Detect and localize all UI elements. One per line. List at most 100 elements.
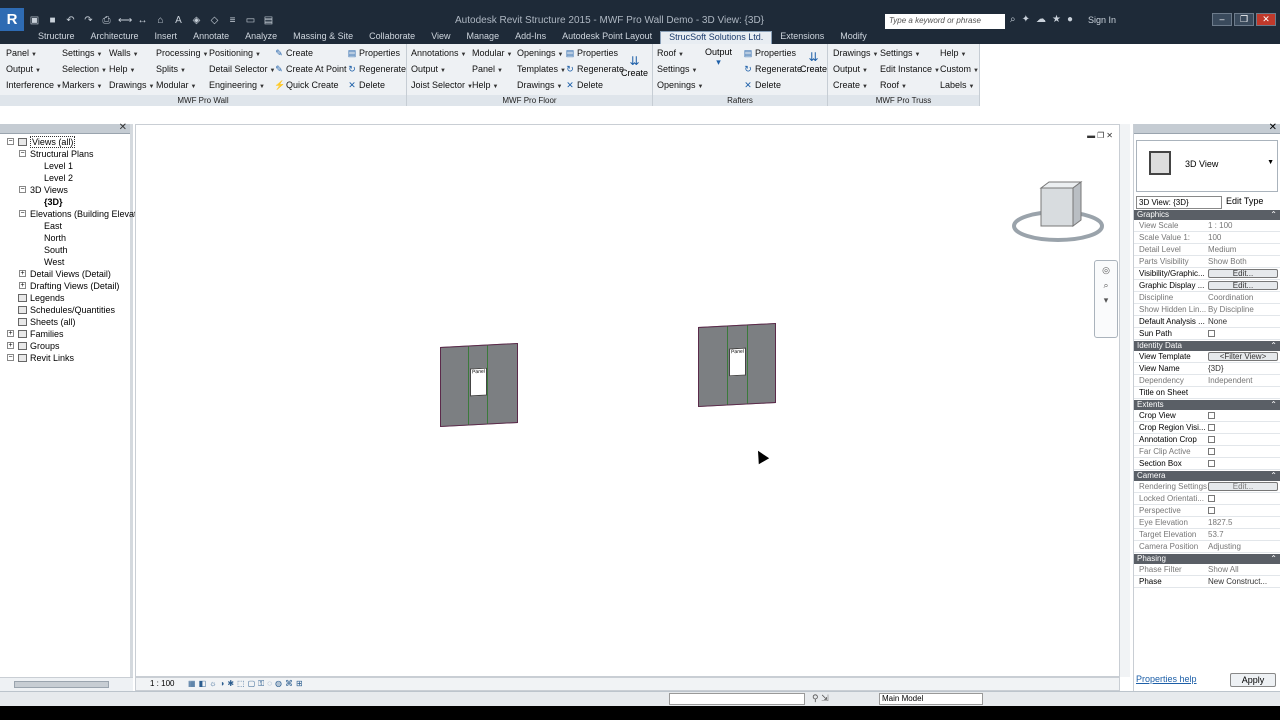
wall-output-button[interactable]: Output ▼ bbox=[6, 64, 41, 74]
reveal-hidden-icon[interactable]: ◍ bbox=[275, 679, 282, 689]
wall-drawings-button[interactable]: Drawings ▼ bbox=[109, 80, 154, 90]
wall-quick-create-button[interactable]: ⚡Quick Create bbox=[274, 80, 339, 91]
chevron-down-icon[interactable]: ▾ bbox=[1095, 295, 1117, 306]
property-value[interactable]: None bbox=[1208, 316, 1278, 328]
floor-drawings-button[interactable]: Drawings ▼ bbox=[517, 80, 562, 90]
browser-item-south[interactable]: South bbox=[44, 244, 68, 256]
wall-regenerate-button[interactable]: ↻ Regenerate bbox=[347, 64, 406, 75]
visual-style-icon[interactable]: ◧ bbox=[199, 679, 207, 689]
property-group-extents[interactable]: Extents ⌃ bbox=[1134, 400, 1280, 410]
wall-create-button[interactable]: ✎ Create bbox=[274, 48, 313, 59]
lock-view-icon[interactable]: ⚿ bbox=[258, 679, 264, 689]
property-value[interactable]: Independent bbox=[1208, 375, 1278, 387]
opening-2[interactable]: Panel bbox=[729, 347, 746, 377]
save-icon[interactable]: ■ bbox=[46, 14, 59, 27]
floor-regenerate-button[interactable]: ↻ Regenerate bbox=[565, 64, 624, 75]
restore-view-icon[interactable]: ❐ bbox=[1097, 131, 1104, 140]
truss-labels-button[interactable]: Labels ▼ bbox=[940, 80, 974, 90]
tab-insert[interactable]: Insert bbox=[146, 31, 186, 44]
expand-toggle-icon[interactable]: − bbox=[19, 150, 26, 157]
property-value[interactable]: Adjusting bbox=[1208, 541, 1278, 553]
expand-toggle-icon[interactable]: − bbox=[19, 210, 26, 217]
property-value[interactable]: 100 bbox=[1208, 232, 1278, 244]
tab-collaborate[interactable]: Collaborate bbox=[361, 31, 424, 44]
property-edit-button[interactable]: Edit... bbox=[1208, 482, 1278, 491]
expand-toggle-icon[interactable]: + bbox=[7, 342, 14, 349]
expand-toggle-icon[interactable]: + bbox=[19, 270, 26, 277]
truss-custom-button[interactable]: Custom ▼ bbox=[940, 64, 979, 74]
browser-horizontal-scrollbar[interactable] bbox=[0, 677, 133, 691]
3d-view-icon[interactable]: ◈ bbox=[190, 14, 203, 27]
browser-item-schedules-quantities[interactable]: Schedules/Quantities bbox=[18, 304, 115, 316]
property-checkbox[interactable] bbox=[1208, 448, 1215, 455]
redo-icon[interactable]: ↷ bbox=[82, 14, 95, 27]
floor-delete-button[interactable]: ✕ Delete bbox=[565, 80, 603, 91]
browser-item-east[interactable]: East bbox=[44, 220, 62, 232]
tab-add-ins[interactable]: Add-Ins bbox=[507, 31, 555, 44]
minimize-button[interactable]: – bbox=[1212, 13, 1232, 26]
view-scale[interactable]: 1 : 100 bbox=[150, 679, 174, 688]
design-option-dropdown[interactable]: Main Model bbox=[879, 693, 983, 705]
browser-item-families[interactable]: + Families bbox=[7, 328, 64, 340]
tab-manage[interactable]: Manage bbox=[458, 31, 508, 44]
rafters-create-button[interactable]: ⇊ Create bbox=[800, 50, 827, 74]
browser-item-3d[interactable]: {3D} bbox=[44, 196, 63, 208]
drawing-area-3d-view[interactable]: ▬ ❐ ✕ Panel Panel ◎ ⌕ ▾ bbox=[135, 124, 1120, 677]
canvas-vertical-scrollbar[interactable] bbox=[1120, 124, 1130, 677]
browser-item-structural-plans[interactable]: − Structural Plans bbox=[19, 148, 94, 160]
steering-wheel-icon[interactable]: ◎ bbox=[1095, 265, 1117, 276]
close-view-icon[interactable]: ✕ bbox=[1106, 131, 1113, 140]
property-group-phasing[interactable]: Phasing ⌃ bbox=[1134, 554, 1280, 564]
wall-positioning-button[interactable]: Positioning ▼ bbox=[209, 48, 261, 58]
floor-create-button[interactable]: ⇊ Create bbox=[621, 54, 648, 78]
property-value[interactable] bbox=[1208, 328, 1278, 341]
truss-settings-button[interactable]: Settings ▼ bbox=[880, 48, 920, 58]
tag-icon[interactable]: ⌂ bbox=[154, 14, 167, 27]
browser-item-views-all[interactable]: − Views (all) bbox=[7, 136, 76, 148]
wall-help-button[interactable]: Help ▼ bbox=[109, 64, 135, 74]
expand-toggle-icon[interactable]: + bbox=[19, 282, 26, 289]
property-value[interactable]: Coordination bbox=[1208, 292, 1278, 304]
browser-item-drafting-views-detail[interactable]: + Drafting Views (Detail) bbox=[19, 280, 119, 292]
truss-help-button[interactable]: Help ▼ bbox=[940, 48, 966, 58]
truss-drawings-button[interactable]: Drawings ▼ bbox=[833, 48, 878, 58]
property-checkbox[interactable] bbox=[1208, 495, 1215, 502]
rendering-icon[interactable]: ✱ bbox=[227, 679, 234, 689]
truss-output-button[interactable]: Output ▼ bbox=[833, 64, 868, 74]
wall-create-at-point-button[interactable]: ✎ Create At Point bbox=[274, 64, 346, 75]
wall-delete-button[interactable]: ✕ Delete bbox=[347, 80, 385, 91]
zoom-icon[interactable]: ⌕ bbox=[1095, 280, 1117, 291]
close-icon[interactable]: ✕ bbox=[119, 122, 127, 133]
property-value[interactable]: Medium bbox=[1208, 244, 1278, 256]
browser-item-west[interactable]: West bbox=[44, 256, 64, 268]
wall-walls-button[interactable]: Walls ▼ bbox=[109, 48, 139, 58]
floor-properties-button[interactable]: ▤ Properties bbox=[565, 48, 618, 59]
rafters-regenerate-button[interactable]: ↻ Regenerate bbox=[743, 64, 802, 75]
browser-item-elevations-building-elevation[interactable]: − Elevations (Building Elevation) bbox=[19, 208, 152, 220]
tab-analyze[interactable]: Analyze bbox=[237, 31, 286, 44]
wall-properties-button[interactable]: ▤ Properties bbox=[347, 48, 400, 59]
scroll-thumb[interactable] bbox=[14, 681, 109, 688]
truss-create-button[interactable]: Create ▼ bbox=[833, 80, 868, 90]
property-value[interactable]: Edit... bbox=[1208, 268, 1278, 279]
property-value[interactable]: 1 : 100 bbox=[1208, 220, 1278, 232]
property-value[interactable]: By Discipline bbox=[1208, 304, 1278, 316]
wall-detail-selector-button[interactable]: Detail Selector ▼ bbox=[209, 64, 275, 74]
floor-modular-button[interactable]: Modular ▼ bbox=[472, 48, 512, 58]
wall-splits-button[interactable]: Splits ▼ bbox=[156, 64, 186, 74]
undo-icon[interactable]: ↶ bbox=[64, 14, 77, 27]
tab-structure[interactable]: Structure bbox=[30, 31, 83, 44]
cube-front-face[interactable] bbox=[1040, 187, 1074, 227]
property-group-graphics[interactable]: Graphics ⌃ bbox=[1134, 210, 1280, 220]
minimize-view-icon[interactable]: ▬ bbox=[1087, 131, 1095, 140]
close-button[interactable]: ✕ bbox=[1256, 13, 1276, 26]
sun-path-icon[interactable]: ☼ bbox=[209, 679, 216, 689]
wall-selection-button[interactable]: Selection ▼ bbox=[62, 64, 107, 74]
property-value[interactable]: New Construct... bbox=[1208, 576, 1278, 588]
floor-output-button[interactable]: Output ▼ bbox=[411, 64, 446, 74]
wall-interference-button[interactable]: Interference ▼ bbox=[6, 80, 62, 90]
floor-panel-button[interactable]: Panel ▼ bbox=[472, 64, 503, 74]
switch-windows-icon[interactable]: ▤ bbox=[262, 14, 275, 27]
truss-edit-instance-button[interactable]: Edit Instance ▼ bbox=[880, 64, 940, 74]
property-value[interactable]: <Filter View> bbox=[1208, 351, 1278, 362]
